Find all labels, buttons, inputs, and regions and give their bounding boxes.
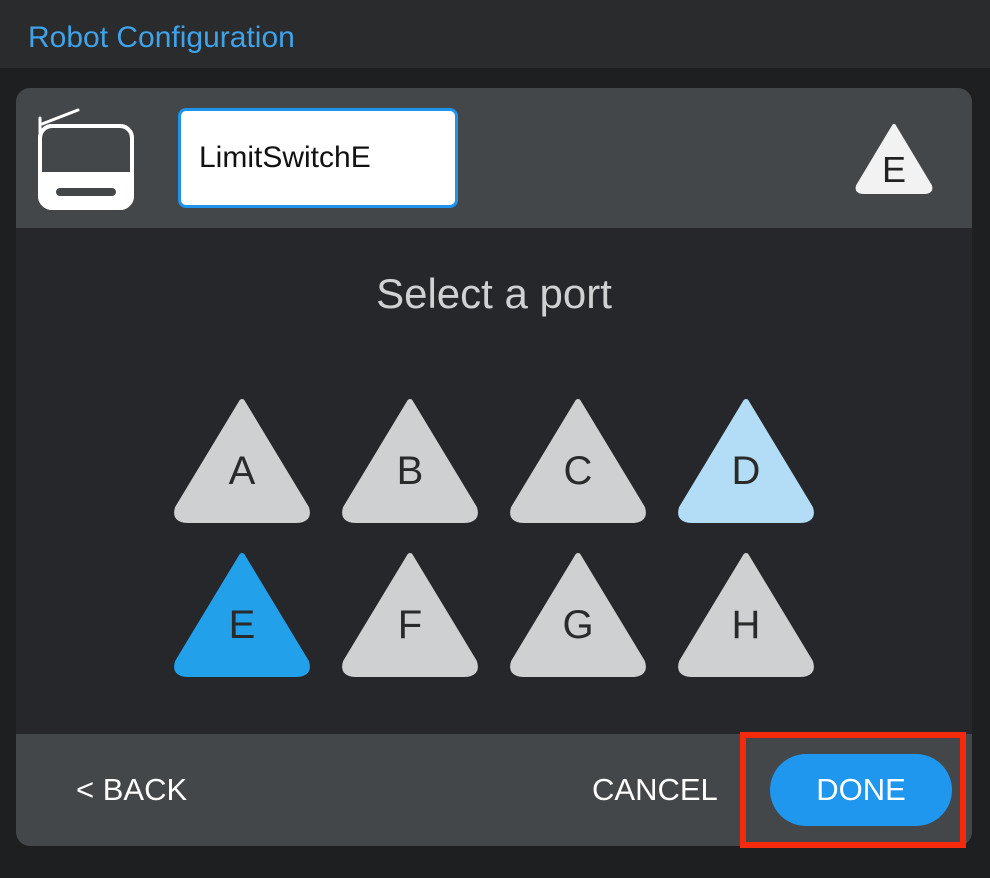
port-b-label: B — [396, 449, 424, 493]
port-a-button[interactable]: A — [172, 396, 312, 524]
port-c-button[interactable]: C — [508, 396, 648, 524]
port-e-button[interactable]: E — [172, 550, 312, 678]
port-f-label: F — [397, 603, 423, 647]
limit-switch-device-icon — [36, 106, 136, 212]
title-bar: Robot Configuration — [0, 0, 990, 68]
back-button[interactable]: < BACK — [76, 772, 187, 808]
port-d-button[interactable]: D — [676, 396, 816, 524]
selected-port-badge-label: E — [881, 149, 906, 190]
port-g-button[interactable]: G — [508, 550, 648, 678]
dialog-header: E — [16, 88, 972, 228]
configure-device-dialog: E Select a port A B C D E F G H < BACK CANCEL D… — [16, 88, 972, 846]
select-port-heading: Select a port — [376, 270, 612, 317]
selected-port-badge: E — [854, 122, 934, 194]
done-button[interactable]: DONE — [770, 754, 952, 826]
port-d-label: D — [731, 449, 761, 493]
port-h-label: H — [731, 603, 761, 647]
cancel-button[interactable]: CANCEL — [592, 772, 718, 808]
port-g-label: G — [562, 603, 594, 647]
device-name-input[interactable] — [178, 108, 458, 208]
port-a-label: A — [228, 449, 256, 493]
port-f-button[interactable]: F — [340, 550, 480, 678]
window-title: Robot Configuration — [28, 21, 295, 54]
port-h-button[interactable]: H — [676, 550, 816, 678]
dialog-footer: < BACK CANCEL DONE — [16, 734, 972, 846]
port-e-label: E — [228, 603, 256, 647]
port-c-label: C — [563, 449, 593, 493]
port-b-button[interactable]: B — [340, 396, 480, 524]
